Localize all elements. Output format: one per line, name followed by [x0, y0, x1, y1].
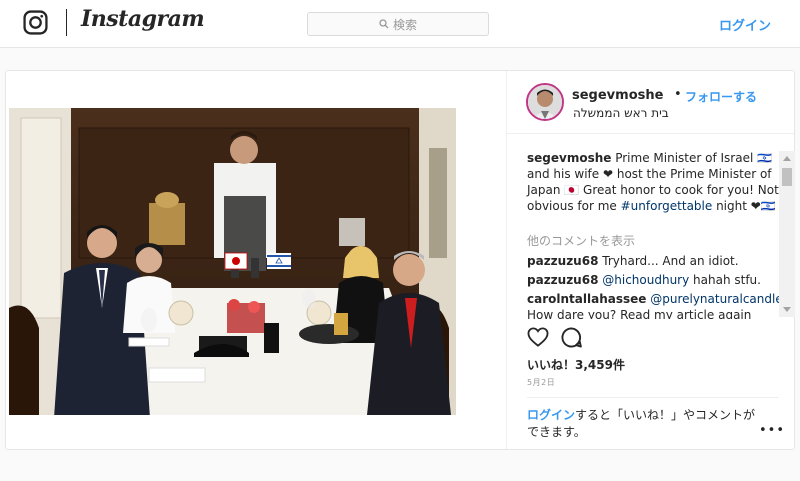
search-placeholder: 検索: [392, 17, 417, 32]
login-link[interactable]: ログイン: [527, 408, 575, 422]
instagram-glyph-icon[interactable]: [23, 10, 48, 35]
instagram-wordmark-logo[interactable]: Instagram: [81, 6, 205, 32]
comment-icon[interactable]: [561, 327, 582, 348]
top-navigation-bar: Instagram 検索 ログイン: [0, 0, 800, 48]
login-prompt: ログインすると「いいね！」やコメントができます。: [527, 407, 757, 441]
post-photo[interactable]: [9, 108, 456, 415]
post-author-username[interactable]: segevmoshe: [572, 88, 663, 103]
comment-text: Tryhard... And an idiot.: [598, 254, 739, 268]
scroll-down-arrow-icon[interactable]: [783, 307, 791, 312]
comment-item: pazzuzu68 Tryhard... And an idiot.: [527, 253, 782, 269]
search-icon: [379, 19, 389, 29]
comments-scrollbar[interactable]: [779, 151, 795, 317]
comment-mention[interactable]: @purelynaturalcandles: [650, 292, 789, 306]
view-more-comments-link[interactable]: 他のコメントを表示: [527, 232, 635, 249]
comment-text: hahah stfu.: [689, 273, 761, 287]
post-caption: segevmoshe Prime Minister of Israel 🇮🇱 a…: [527, 150, 779, 214]
comment-username[interactable]: pazzuzu68: [527, 273, 598, 287]
heart-icon[interactable]: [527, 327, 549, 347]
post-actions: [527, 325, 787, 353]
post-card: segevmoshe • フォローする בית ראש הממשלה segev…: [5, 70, 796, 450]
comment-username[interactable]: carolntallahassee: [527, 292, 646, 306]
avatar-photo: [528, 85, 562, 119]
post-sidebar: segevmoshe • フォローする בית ראש הממשלה segev…: [506, 71, 796, 449]
comments-section[interactable]: segevmoshe Prime Minister of Israel 🇮🇱 a…: [507, 134, 796, 319]
comment-text: How dare you? Read my article again: [527, 308, 752, 319]
login-button[interactable]: ログイン: [719, 15, 771, 34]
follow-button[interactable]: フォローする: [685, 88, 757, 105]
search-input[interactable]: 検索: [307, 12, 489, 36]
scrollbar-thumb[interactable]: [782, 168, 792, 186]
post-location[interactable]: בית ראש הממשלה: [573, 106, 669, 120]
more-options-icon[interactable]: •••: [759, 423, 785, 438]
comment-item-continued: How dare you? Read my article again: [527, 307, 782, 319]
dinner-photo-illustration: [9, 108, 456, 415]
caption-text-end: night ❤🇮🇱: [712, 199, 776, 213]
footer-divider: [527, 397, 779, 398]
header-divider: [66, 9, 67, 36]
caption-username[interactable]: segevmoshe: [527, 151, 611, 165]
separator-dot: •: [674, 87, 682, 102]
comment-item: pazzuzu68 @hichoudhury hahah stfu.: [527, 272, 782, 288]
comment-username[interactable]: pazzuzu68: [527, 254, 598, 268]
scroll-up-arrow-icon[interactable]: [783, 156, 791, 161]
post-date[interactable]: 5月2日: [527, 377, 555, 388]
post-header: segevmoshe • フォローする בית ראש הממשלה: [507, 71, 796, 134]
caption-hashtag[interactable]: #unforgettable: [621, 199, 713, 213]
comment-mention[interactable]: @hichoudhury: [602, 273, 689, 287]
comment-item: carolntallahassee @purelynaturalcandles: [527, 291, 789, 307]
avatar[interactable]: [526, 83, 564, 121]
likes-count[interactable]: いいね！3,459件: [527, 356, 625, 373]
